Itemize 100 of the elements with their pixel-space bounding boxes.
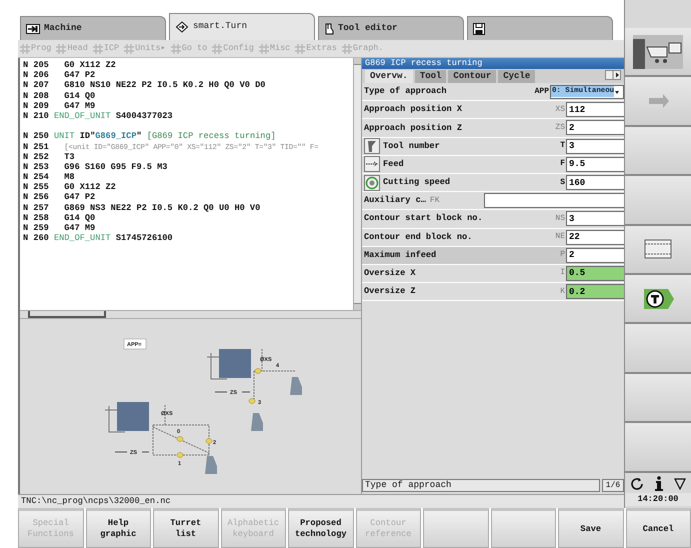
diamond-arrow-icon: [175, 21, 189, 33]
dimension-line: [152, 404, 210, 456]
page-indicator: 1/6: [602, 479, 624, 492]
code-line: N 209 G47 M9: [23, 100, 96, 111]
tab[interactable]: [467, 16, 613, 40]
code-line: N 253 G96 S160 G95 F9.5 M3: [23, 162, 168, 172]
tool-icon[interactable]: [364, 138, 380, 154]
grid-icon: [124, 44, 134, 54]
code-line: N 252 T3: [23, 152, 76, 162]
code-line: N 256 G47 P2: [23, 192, 96, 203]
input-field[interactable]: 0.5: [566, 266, 624, 281]
dialog-title: G869 ICP recess turning: [362, 58, 624, 69]
tool-drawing: [251, 413, 263, 431]
input-field[interactable]: 22: [566, 230, 624, 245]
input-field[interactable]: 160: [566, 175, 624, 190]
input-field[interactable]: 3: [566, 138, 624, 154]
code-line: N 254 M8: [23, 172, 76, 182]
file-path: TNC:\nc_prog\ncps\32000_en.nc: [18, 494, 624, 508]
tool-icon: [324, 22, 334, 34]
field-label: Contour start block no.: [364, 212, 484, 226]
tab[interactable]: Tool editor: [318, 16, 464, 40]
code-line: N 260 END_OF_UNIT S1745726100: [23, 233, 174, 244]
address-label: ZS: [555, 122, 566, 134]
scrollbar[interactable]: [353, 58, 361, 310]
field-label: Maximum infeed: [364, 248, 438, 262]
workpiece: [206, 349, 252, 380]
field-label: Oversize Z: [364, 285, 417, 298]
side-softkey[interactable]: [625, 274, 691, 324]
softkey[interactable]: Save: [558, 508, 624, 548]
address-label: F: [560, 158, 566, 170]
code-line: N 206 G47 P2: [23, 70, 96, 80]
address-label: K: [560, 286, 566, 298]
code-line: N 207 G810 NS10 NE22 P2 I0.5 K0.2 H0 Q0 V0 D0: [23, 80, 266, 91]
field-label: Cutting speed: [383, 176, 452, 189]
point-marker: [176, 436, 184, 442]
code-line: N 259 G47 M9: [23, 223, 96, 234]
address-label: FK: [428, 194, 440, 207]
dialog-tab[interactable]: Overvw.: [365, 70, 413, 83]
field-label: Auxiliary c…: [364, 194, 426, 208]
code-line: N 210 END_OF_UNIT S4004377023: [23, 110, 174, 122]
address-label: P: [560, 249, 566, 262]
input-field[interactable]: 2: [566, 120, 624, 136]
code-line: N 255 G0 X112 Z2: [23, 182, 117, 192]
point-marker: [254, 368, 262, 374]
scrollbar[interactable]: [20, 310, 361, 319]
refresh-icon[interactable]: [630, 476, 644, 491]
address-label: I: [560, 267, 566, 280]
turret-icon: [642, 288, 674, 310]
workpiece: [104, 402, 150, 432]
field-label: Feed: [383, 158, 405, 171]
point-marker: [206, 438, 212, 444]
field-label: Approach position Z: [364, 122, 463, 134]
arrow-icon: [647, 93, 669, 110]
triangle-icon[interactable]: [674, 478, 686, 490]
address-label: NE: [555, 231, 566, 244]
address-label: XS: [555, 104, 566, 116]
side-softkey[interactable]: [625, 28, 691, 78]
code-line: N 205 G0 X112 Z2: [23, 60, 117, 70]
grid-icon: [295, 44, 306, 54]
grid-icon: [258, 44, 269, 54]
address-label: T: [560, 140, 566, 152]
code-line: N 257 G869 NS3 NE22 P2 I0.5 K0.2 Q0 U0 H0 V0: [23, 202, 262, 213]
save-icon: [473, 22, 485, 34]
dialog-tab[interactable]: Tool: [414, 70, 446, 83]
softkey[interactable]: Help graphic: [86, 508, 151, 548]
field-label: Tool number: [383, 140, 441, 153]
grid-icon: [56, 44, 66, 54]
address-label: APP: [534, 86, 550, 98]
tab[interactable]: Machine: [20, 16, 166, 40]
machine-drawing: [633, 32, 683, 71]
input-field[interactable]: 9.5: [566, 156, 624, 172]
dimension-line: [254, 348, 296, 402]
tool-drawing: [290, 377, 302, 395]
dialog-tab[interactable]: Contour: [448, 70, 496, 83]
info-icon[interactable]: [654, 476, 663, 492]
scroll-arrows-icon[interactable]: [605, 70, 621, 80]
softkey[interactable]: Turret list: [153, 508, 218, 548]
input-field[interactable]: [484, 193, 624, 208]
input-field[interactable]: 112: [566, 102, 624, 118]
address-label: S: [560, 176, 566, 189]
dialog-tab[interactable]: Cycle: [498, 70, 536, 83]
tool-drawing: [205, 456, 217, 474]
field-label: Oversize X: [364, 267, 417, 280]
softkey[interactable]: Cancel: [626, 508, 691, 548]
grid-icon: [92, 44, 103, 54]
address-label: NS: [555, 212, 566, 225]
grid-icon: [212, 44, 222, 54]
point-marker: [176, 452, 184, 458]
clock: 14:20:00: [625, 492, 691, 506]
tab[interactable]: smart.Turn: [169, 13, 315, 40]
spindle-icon[interactable]: [364, 174, 380, 191]
code-line: N 258 G14 Q0: [23, 212, 96, 223]
input-field[interactable]: 0.2: [566, 284, 624, 300]
code-line: N 250 UNIT ID"G869_ICP" [G869 ICP recess turning]: [23, 131, 277, 142]
point-marker: [248, 398, 256, 404]
input-field[interactable]: 2: [566, 248, 624, 263]
field-label: Type of approach: [364, 85, 448, 98]
softkey[interactable]: Proposed technology: [288, 508, 354, 548]
input-field[interactable]: 3: [566, 211, 624, 226]
grid-icon: [170, 44, 181, 54]
